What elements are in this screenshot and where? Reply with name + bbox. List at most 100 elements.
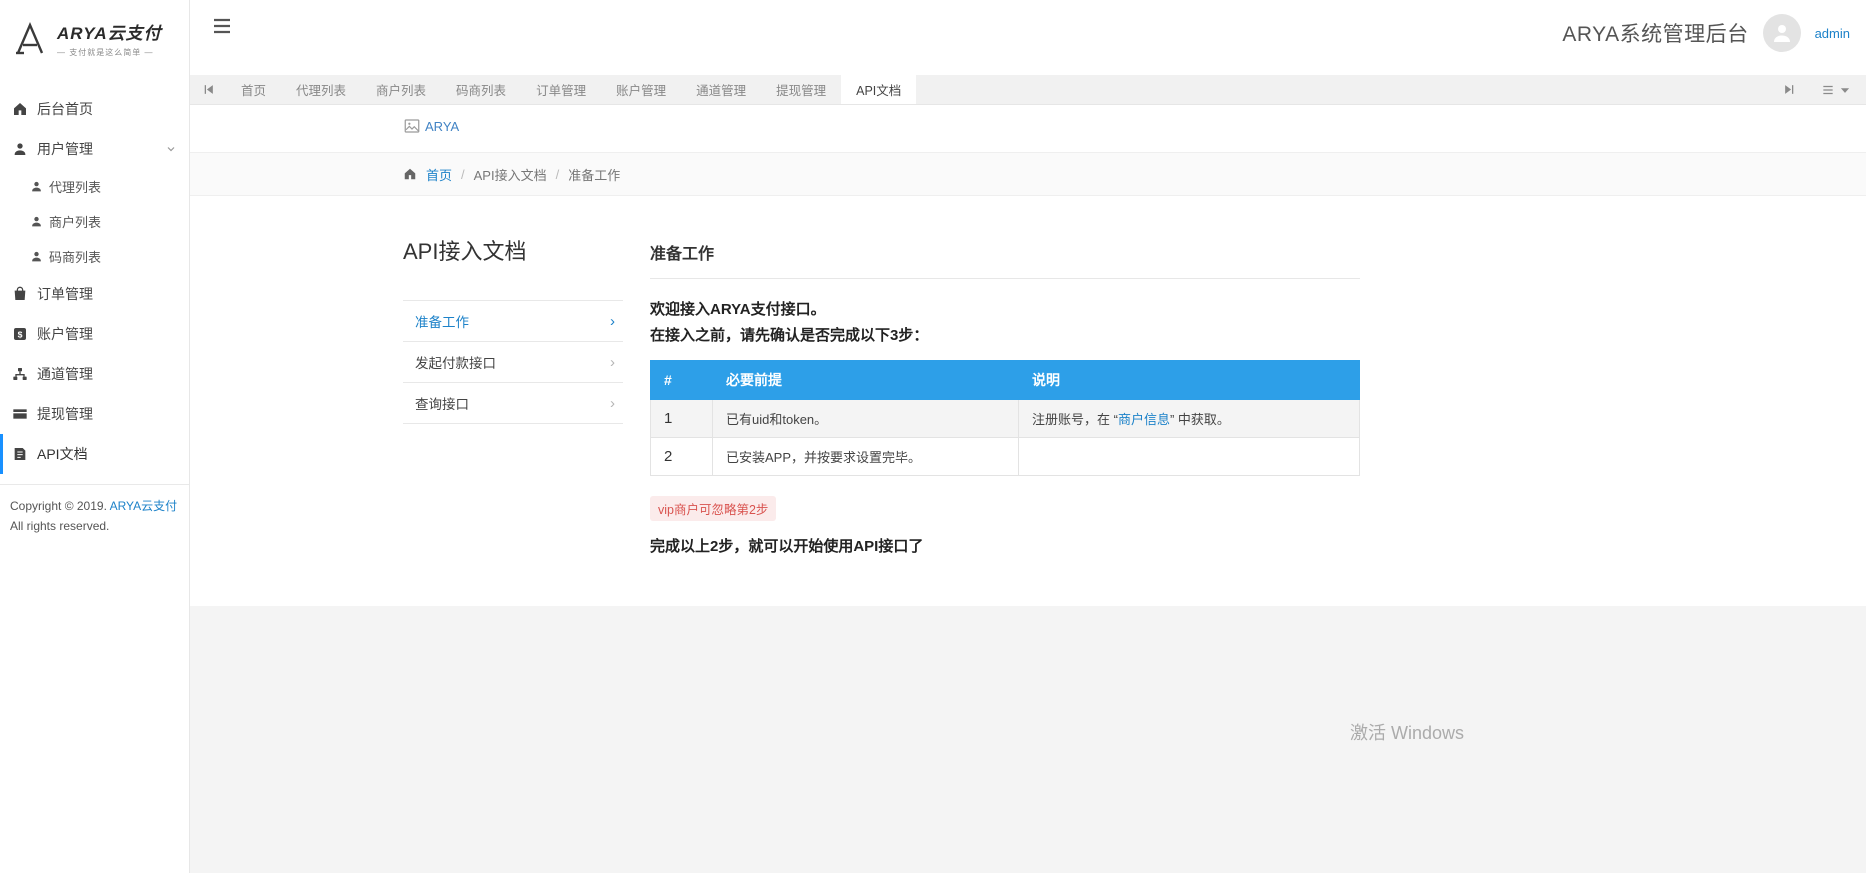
sidebar-nav: 后台首页 用户管理 代理列表 商户列表 码商列表 订单管理 [0,75,189,485]
tab-withdrawals[interactable]: 提现管理 [761,75,841,104]
section-title: 准备工作 [650,240,1360,264]
sidebar-toggle-icon[interactable] [210,14,234,38]
avatar-person-icon [1770,21,1794,45]
tab-home[interactable]: 首页 [226,75,281,104]
merchant-info-link[interactable]: 商户信息 [1118,412,1170,427]
tab-agents[interactable]: 代理列表 [281,75,361,104]
table-row: 1 已有uid和token。 注册账号，在 “商户信息” 中获取。 [651,400,1360,438]
intro-line-2: 在接入之前，请先确认是否完成以下3步： [650,323,1360,349]
tabs-scroll-right-button[interactable] [1771,83,1807,96]
tabs-scroll-left-button[interactable] [190,75,226,104]
card-icon [12,406,28,422]
chevron-right-icon: › [610,354,615,371]
table-row: 2 已安装APP，并按要求设置完毕。 [651,438,1360,476]
col-header-number: # [651,361,713,400]
broken-image: ARYA [403,117,459,135]
doc-nav-item-query-api[interactable]: 查询接口 › [403,383,623,424]
mini-user-icon [30,215,43,228]
app-root: ARYA云支付 — 支付就是这么简单 — 后台首页 用户管理 代理列表 商户列表 [0,0,1866,873]
cell-note [1019,438,1360,476]
breadcrumb-level2: API接入文档 [474,165,547,184]
list-icon [1821,83,1835,97]
tab-accounts[interactable]: 账户管理 [601,75,681,104]
dollar-square-icon: $ [12,326,28,342]
copyright-brand-link[interactable]: ARYA云支付 [110,499,178,513]
mini-user-icon [30,180,43,193]
prerequisites-table: # 必要前提 说明 1 已有uid和token。 [650,360,1360,476]
doc-title: API接入文档 [403,234,623,266]
note-text-before: 注册账号，在 “ [1032,412,1118,427]
doc-nav-label: 准备工作 [415,311,469,331]
content-columns: API接入文档 准备工作 › 发起付款接口 › 查询接口 [403,196,1360,556]
tab-channels[interactable]: 通道管理 [681,75,761,104]
table-body: 1 已有uid和token。 注册账号，在 “商户信息” 中获取。 2 已安装A… [651,400,1360,476]
col-header-note: 说明 [1019,361,1360,400]
avatar[interactable] [1763,14,1801,52]
brand-logo[interactable]: ARYA云支付 — 支付就是这么简单 — [0,0,189,75]
caret-down-icon [1838,83,1852,97]
sidebar-item-code-merchants[interactable]: 码商列表 [0,239,189,274]
sidebar-item-label: 用户管理 [37,139,93,159]
sidebar-item-api-docs[interactable]: API文档 [0,434,189,474]
brand-title: ARYA云支付 [57,19,162,44]
doc-nav-item-preparation[interactable]: 准备工作 › [403,301,623,342]
brand-tagline: — 支付就是这么简单 — [57,47,162,58]
sidebar-item-agents[interactable]: 代理列表 [0,169,189,204]
forward-right-icon [1783,83,1796,96]
mini-user-icon [30,250,43,263]
cell-number: 1 [651,400,713,438]
sidebar-item-users[interactable]: 用户管理 [0,129,189,169]
doc-nav-label: 查询接口 [415,393,469,413]
table-header-row: # 必要前提 说明 [651,361,1360,400]
open-tabs: 首页 代理列表 商户列表 码商列表 订单管理 账户管理 通道管理 提现管理 AP… [226,75,916,104]
tab-merchants[interactable]: 商户列表 [361,75,441,104]
intro-line-1: 欢迎接入ARYA支付接口。 [650,297,1360,323]
sidebar-item-label: API文档 [37,444,88,464]
admin-user-link[interactable]: admin [1815,26,1850,41]
doc-nav-label: 发起付款接口 [415,352,496,372]
order-bag-icon [12,286,28,302]
sidebar-item-label: 码商列表 [49,247,101,266]
chevron-right-icon: › [610,313,615,330]
sidebar-item-home[interactable]: 后台首页 [0,89,189,129]
sidebar-item-merchants[interactable]: 商户列表 [0,204,189,239]
brand-a-icon [10,19,50,59]
copyright: Copyright © 2019. ARYA云支付 All rights res… [0,485,189,549]
doc-nav-item-payment-api[interactable]: 发起付款接口 › [403,342,623,383]
note-text-after: ” 中获取。 [1170,412,1230,427]
main-area: ARYA系统管理后台 admin 首页 代理列表 商户列表 码商列表 订单管理 … [190,0,1866,873]
tabbar: 首页 代理列表 商户列表 码商列表 订单管理 账户管理 通道管理 提现管理 AP… [190,75,1866,105]
sidebar-item-channels[interactable]: 通道管理 [0,354,189,394]
tabbar-right [1771,75,1866,104]
sidebar-item-label: 后台首页 [37,99,93,119]
home-icon [12,101,28,117]
tab-api-docs[interactable]: API文档 [841,75,916,104]
cell-prerequisite: 已有uid和token。 [713,400,1019,438]
topbar: ARYA系统管理后台 admin [190,0,1866,75]
breadcrumb-separator: / [556,167,560,182]
cell-number: 2 [651,438,713,476]
sidebar-item-label: 通道管理 [37,364,93,384]
sidebar-item-label: 商户列表 [49,212,101,231]
sidebar-item-label: 代理列表 [49,177,101,196]
tabs-menu-button[interactable] [1807,83,1866,97]
col-header-prerequisite: 必要前提 [713,361,1019,400]
sidebar-item-accounts[interactable]: $ 账户管理 [0,314,189,354]
sidebar-item-label: 账户管理 [37,324,93,344]
brand-texts: ARYA云支付 — 支付就是这么简单 — [57,19,162,58]
table-head: # 必要前提 说明 [651,361,1360,400]
user-icon [12,141,28,157]
tab-code-merchants[interactable]: 码商列表 [441,75,521,104]
sidebar-item-withdrawals[interactable]: 提现管理 [0,394,189,434]
topbar-right: ARYA系统管理后台 admin [1562,14,1850,52]
content-sheet: ARYA 首页 / API接入文档 / 准备工作 API接入文档 [190,105,1866,606]
copyright-prefix: Copyright © 2019. [10,499,107,513]
doc-nav: 准备工作 › 发起付款接口 › 查询接口 › [403,300,623,424]
tab-orders[interactable]: 订单管理 [521,75,601,104]
cell-prerequisite: 已安装APP，并按要求设置完毕。 [713,438,1019,476]
sidebar: ARYA云支付 — 支付就是这么简单 — 后台首页 用户管理 代理列表 商户列表 [0,0,190,873]
sidebar-item-orders[interactable]: 订单管理 [0,274,189,314]
sitemap-icon [12,366,28,382]
breadcrumb-home-link[interactable]: 首页 [426,165,452,184]
doc-body-column: 准备工作 欢迎接入ARYA支付接口。 在接入之前，请先确认是否完成以下3步： #… [650,230,1360,556]
